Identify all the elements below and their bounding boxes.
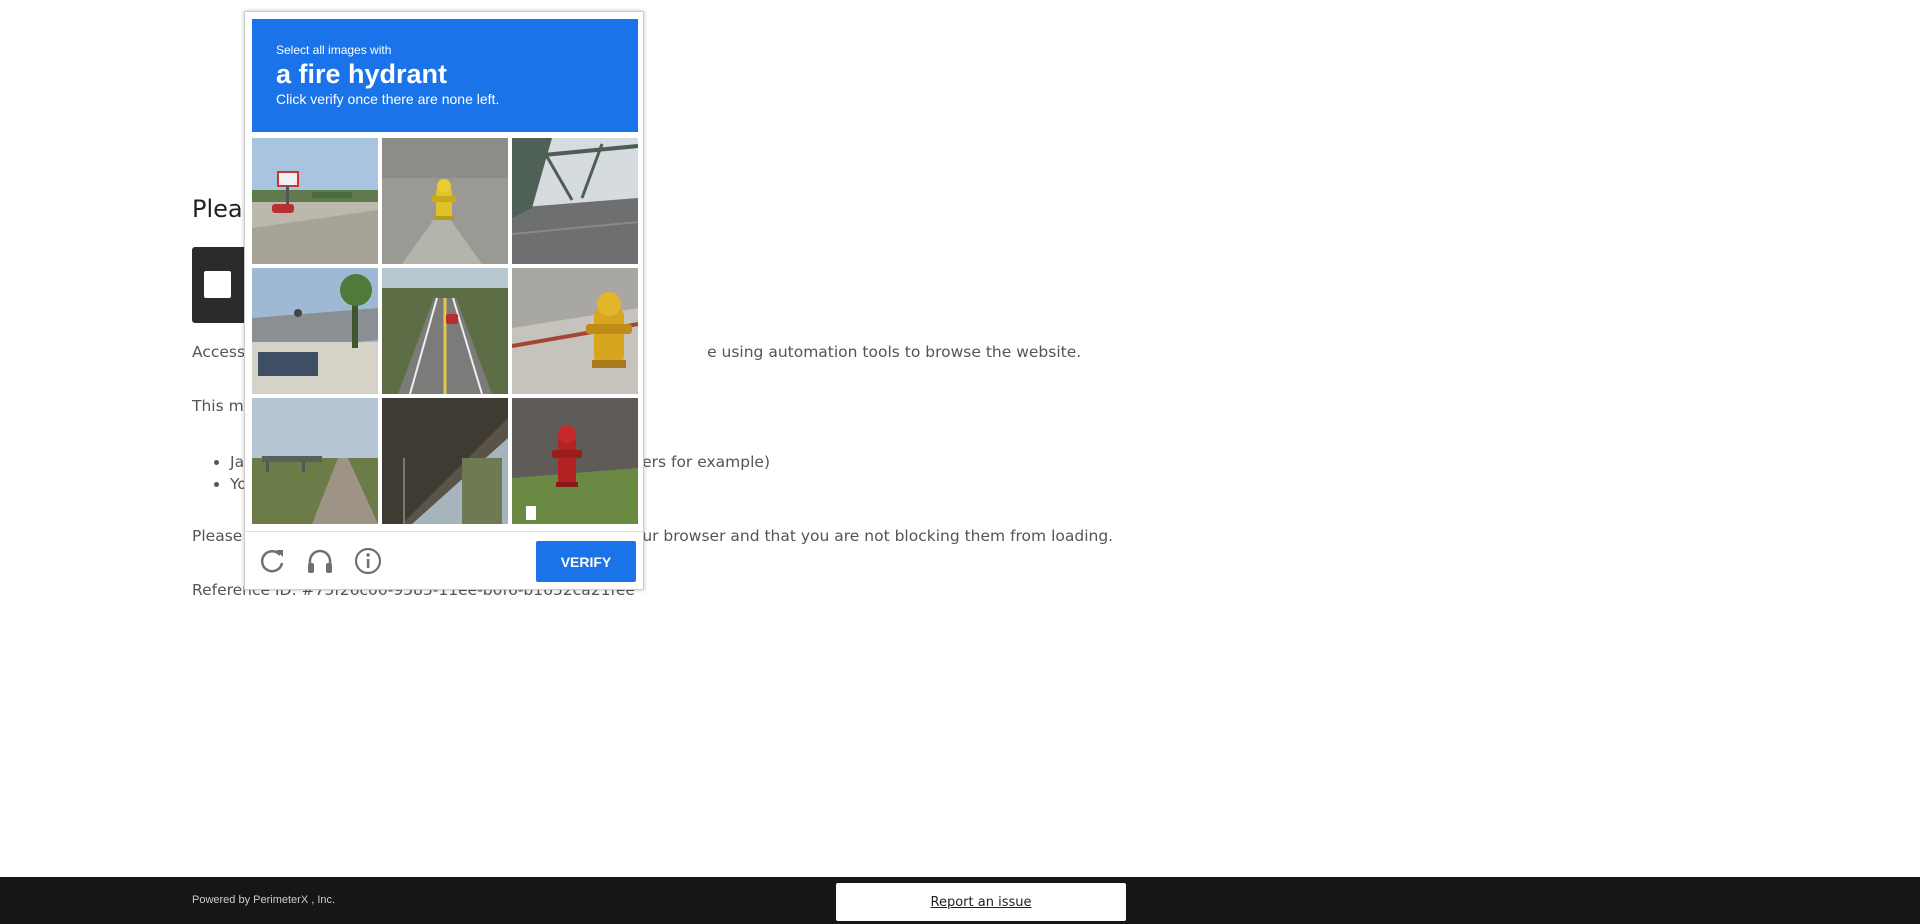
captcha-tile-gas-station[interactable]	[252, 268, 378, 394]
press-hold-icon	[204, 271, 231, 298]
please-text-right: ur browser and that you are not blocking…	[642, 527, 1114, 545]
captcha-tile-red-hydrant[interactable]	[512, 398, 638, 524]
captcha-subinstruction: Click verify once there are none left.	[276, 91, 500, 107]
report-issue-button[interactable]: Report an issue	[836, 883, 1126, 921]
captcha-tile-bridge[interactable]	[512, 138, 638, 264]
info-icon[interactable]	[351, 544, 385, 578]
captcha-target: a fire hydrant	[276, 59, 448, 89]
verify-button[interactable]: VERIFY	[536, 541, 636, 582]
captcha-tile-sign-and-car[interactable]	[252, 138, 378, 264]
captcha-dialog: Select all images with a fire hydrant Cl…	[244, 11, 644, 590]
captcha-instruction: Select all images with	[276, 43, 392, 57]
access-text-right: e using automation tools to browse the w…	[707, 343, 1082, 361]
please-text-left: Please	[192, 527, 243, 545]
captcha-tile-yellow-hydrant[interactable]	[382, 138, 508, 264]
captcha-header: Select all images with a fire hydrant Cl…	[252, 19, 638, 132]
captcha-image-grid	[252, 138, 638, 524]
list-item-left: Ja	[230, 453, 245, 471]
footer: Powered by PerimeterX , Inc. Report an i…	[0, 877, 1920, 924]
powered-by-text: Powered by PerimeterX , Inc.	[192, 894, 336, 906]
captcha-tile-dirt-road[interactable]	[252, 398, 378, 524]
captcha-tile-road-with-car[interactable]	[382, 268, 508, 394]
headphones-icon[interactable]	[303, 544, 337, 578]
list-item-right: ers for example)	[642, 453, 770, 471]
captcha-divider	[245, 531, 643, 532]
captcha-tile-yellow-hydrant-closeup[interactable]	[512, 268, 638, 394]
reload-icon[interactable]	[255, 544, 289, 578]
captcha-tile-overpass[interactable]	[382, 398, 508, 524]
access-text-left: Access	[192, 343, 246, 361]
